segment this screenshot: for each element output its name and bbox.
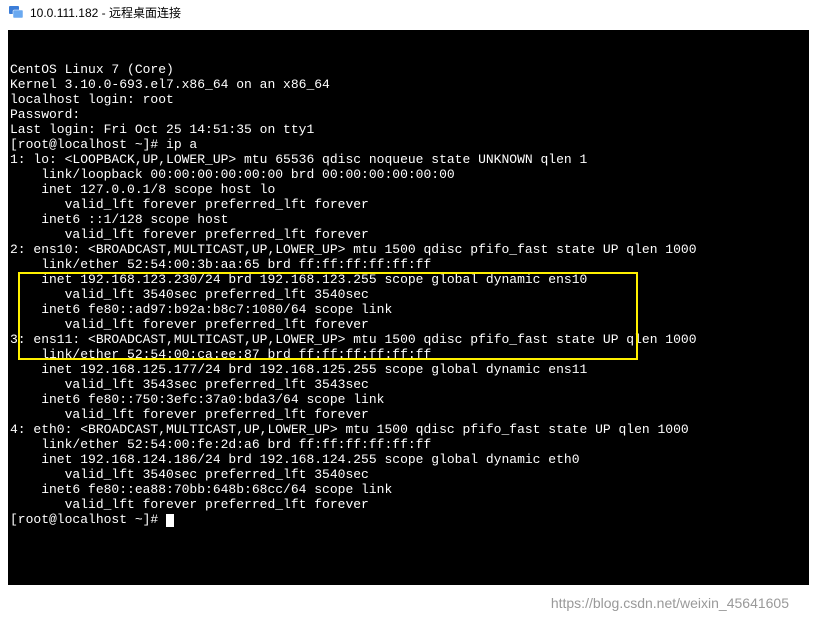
terminal-line: valid_lft forever preferred_lft forever — [8, 497, 809, 512]
terminal-line: valid_lft 3540sec preferred_lft 3540sec — [8, 467, 809, 482]
terminal-line: [root@localhost ~]# — [8, 512, 809, 527]
terminal-line: link/ether 52:54:00:3b:aa:65 brd ff:ff:f… — [8, 257, 809, 272]
terminal-line: inet 192.168.123.230/24 brd 192.168.123.… — [8, 272, 809, 287]
terminal-cursor — [166, 514, 174, 527]
terminal-line: Kernel 3.10.0-693.el7.x86_64 on an x86_6… — [8, 77, 809, 92]
watermark: https://blog.csdn.net/weixin_45641605 — [551, 595, 789, 611]
terminal-line: link/ether 52:54:00:fe:2d:a6 brd ff:ff:f… — [8, 437, 809, 452]
terminal-line: inet6 fe80::ad97:b92a:b8c7:1080/64 scope… — [8, 302, 809, 317]
terminal-line: valid_lft forever preferred_lft forever — [8, 227, 809, 242]
terminal-line: 4: eth0: <BROADCAST,MULTICAST,UP,LOWER_U… — [8, 422, 809, 437]
terminal-line: localhost login: root — [8, 92, 809, 107]
terminal-line: link/ether 52:54:00:ca:ee:87 brd ff:ff:f… — [8, 347, 809, 362]
window-title: 10.0.111.182 - 远程桌面连接 — [30, 4, 181, 21]
terminal-line: 1: lo: <LOOPBACK,UP,LOWER_UP> mtu 65536 … — [8, 152, 809, 167]
terminal-line: inet 192.168.124.186/24 brd 192.168.124.… — [8, 452, 809, 467]
terminal-line: inet 127.0.0.1/8 scope host lo — [8, 182, 809, 197]
terminal-line: 2: ens10: <BROADCAST,MULTICAST,UP,LOWER_… — [8, 242, 809, 257]
terminal-line: Last login: Fri Oct 25 14:51:35 on tty1 — [8, 122, 809, 137]
terminal-line: inet6 fe80::ea88:70bb:648b:68cc/64 scope… — [8, 482, 809, 497]
terminal-line: Password: — [8, 107, 809, 122]
terminal-line: inet6 fe80::750:3efc:37a0:bda3/64 scope … — [8, 392, 809, 407]
terminal-line: valid_lft 3543sec preferred_lft 3543sec — [8, 377, 809, 392]
terminal-line: 3: ens11: <BROADCAST,MULTICAST,UP,LOWER_… — [8, 332, 809, 347]
terminal-output[interactable]: CentOS Linux 7 (Core)Kernel 3.10.0-693.e… — [8, 30, 809, 585]
terminal-line: link/loopback 00:00:00:00:00:00 brd 00:0… — [8, 167, 809, 182]
terminal-line: inet6 ::1/128 scope host — [8, 212, 809, 227]
terminal-line: valid_lft forever preferred_lft forever — [8, 407, 809, 422]
terminal-line: valid_lft 3540sec preferred_lft 3540sec — [8, 287, 809, 302]
terminal-line: CentOS Linux 7 (Core) — [8, 62, 809, 77]
terminal-line: [root@localhost ~]# ip a — [8, 137, 809, 152]
terminal-line: valid_lft forever preferred_lft forever — [8, 317, 809, 332]
terminal-line: valid_lft forever preferred_lft forever — [8, 197, 809, 212]
rdp-icon — [8, 4, 24, 20]
window-title-bar: 10.0.111.182 - 远程桌面连接 — [0, 0, 817, 24]
terminal-line: inet 192.168.125.177/24 brd 192.168.125.… — [8, 362, 809, 377]
